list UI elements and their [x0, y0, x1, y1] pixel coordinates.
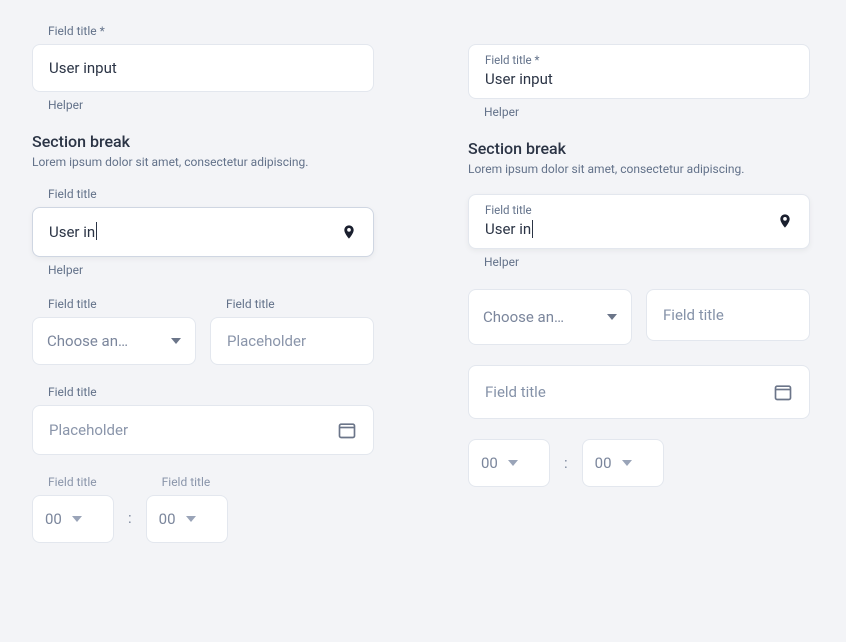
field-label: Field title	[48, 385, 374, 399]
section-break: Section break Lorem ipsum dolor sit amet…	[468, 139, 810, 176]
field-1: Field title * User input Helper	[468, 44, 810, 119]
chevron-down-icon	[622, 460, 632, 466]
select-and-text-row: Field title Choose an… Field title Place…	[32, 297, 374, 365]
placeholder-text: Field title	[663, 306, 724, 324]
helper-text: Helper	[484, 105, 810, 119]
field-location: Field title User in Helper	[32, 187, 374, 277]
field-label: Field title	[48, 475, 114, 489]
location-pin-icon	[777, 211, 793, 231]
chevron-down-icon	[171, 336, 181, 346]
time-hour-select[interactable]: 00	[32, 495, 114, 543]
field-label: Field title *	[48, 24, 374, 38]
field-label: Field title	[162, 475, 228, 489]
field-label: Field title	[48, 297, 196, 311]
time-row: Field title 00 : Field title 00	[32, 475, 374, 543]
time-hour-select[interactable]: 00	[468, 439, 550, 487]
text-cursor	[532, 220, 533, 238]
placeholder-text: Placeholder	[227, 332, 306, 350]
form-card-outside-labels: Field title * User input Helper Section …	[0, 0, 406, 642]
time-separator: :	[128, 509, 132, 527]
section-title: Section break	[32, 132, 374, 151]
field-label: Field title	[485, 203, 767, 217]
location-input[interactable]: Field title User in	[468, 194, 810, 249]
input-value: User in	[49, 223, 95, 241]
select-value: 00	[159, 510, 176, 528]
field-date: Field title	[468, 365, 810, 419]
location-pin-icon	[341, 222, 357, 242]
text-input[interactable]: Field title * User input	[468, 44, 810, 99]
chevron-down-icon	[72, 516, 82, 522]
section-title: Section break	[468, 139, 810, 158]
field-date: Field title Placeholder	[32, 385, 374, 455]
section-description: Lorem ipsum dolor sit amet, consectetur …	[468, 162, 810, 176]
field-label: Field title	[48, 187, 374, 201]
chevron-down-icon	[186, 516, 196, 522]
time-minute-select[interactable]: 00	[146, 495, 228, 543]
section-break: Section break Lorem ipsum dolor sit amet…	[32, 132, 374, 169]
time-separator: :	[564, 454, 568, 472]
input-value: User input	[49, 59, 117, 77]
calendar-icon	[337, 420, 357, 440]
helper-text: Helper	[48, 98, 374, 112]
chevron-down-icon	[508, 460, 518, 466]
calendar-icon	[773, 382, 793, 402]
location-input[interactable]: User in	[32, 207, 374, 257]
select-value: 00	[595, 454, 612, 472]
time-row: 00 : 00	[468, 439, 810, 487]
placeholder-text: Placeholder	[49, 421, 128, 439]
date-input[interactable]: Field title	[468, 365, 810, 419]
input-value: User in	[485, 220, 531, 238]
field-label: Field title *	[485, 53, 793, 67]
select-and-text-row: Choose an… Field title	[468, 289, 810, 345]
select-value: Choose an…	[483, 308, 564, 326]
input-value: User input	[485, 70, 553, 88]
chevron-down-icon	[607, 312, 617, 322]
select-value: 00	[45, 510, 62, 528]
select-value: 00	[481, 454, 498, 472]
field-label: Field title	[226, 297, 374, 311]
field-1: Field title * User input Helper	[32, 24, 374, 112]
text-input[interactable]: Field title	[646, 289, 810, 341]
dropdown-select[interactable]: Choose an…	[32, 317, 196, 365]
time-minute-select[interactable]: 00	[582, 439, 664, 487]
text-input[interactable]: Placeholder	[210, 317, 374, 365]
text-input[interactable]: User input	[32, 44, 374, 92]
dropdown-select[interactable]: Choose an…	[468, 289, 632, 345]
field-location: Field title User in Helper	[468, 194, 810, 269]
date-input[interactable]: Placeholder	[32, 405, 374, 455]
helper-text: Helper	[48, 263, 374, 277]
form-card-inside-labels: Field title * User input Helper Section …	[436, 0, 842, 642]
section-description: Lorem ipsum dolor sit amet, consectetur …	[32, 155, 374, 169]
text-cursor	[96, 222, 97, 240]
select-value: Choose an…	[47, 332, 128, 350]
helper-text: Helper	[484, 255, 810, 269]
placeholder-text: Field title	[485, 383, 546, 401]
